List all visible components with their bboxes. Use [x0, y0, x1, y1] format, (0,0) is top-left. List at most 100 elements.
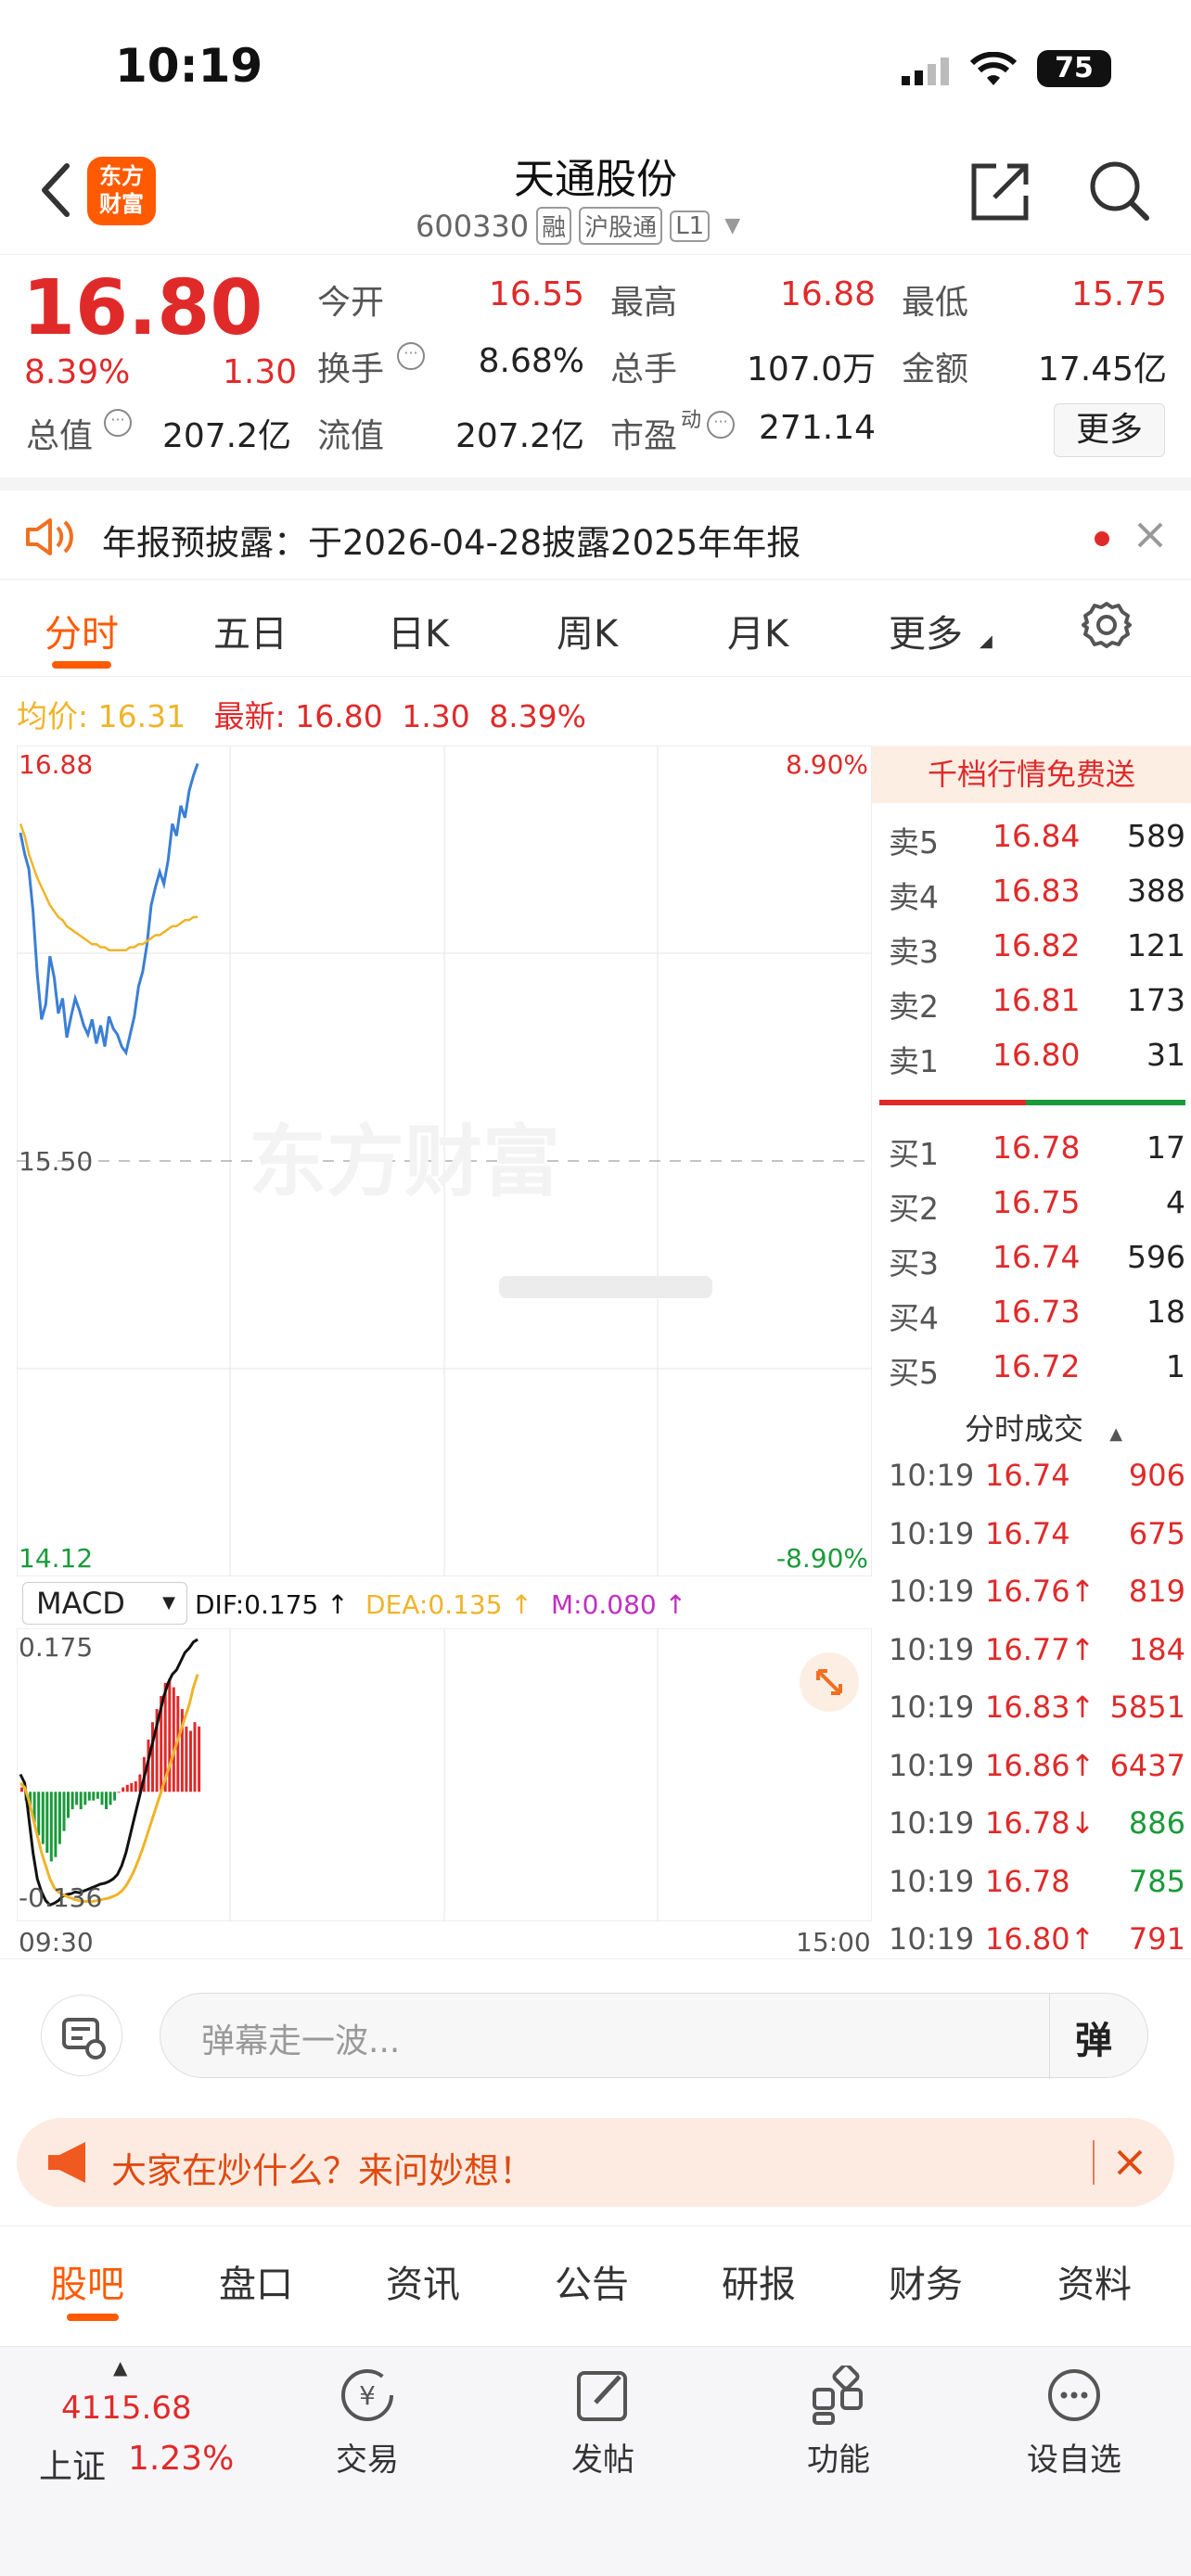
stat-value: 16.88	[779, 275, 876, 313]
index-value: 4115.68	[61, 2390, 192, 2427]
tab-news[interactable]: 资讯	[386, 2254, 460, 2308]
avg-label: 均价:	[17, 698, 89, 734]
macd-bar	[67, 1792, 70, 1818]
latest-pct: 8.39%	[489, 698, 587, 734]
chevron-down-icon[interactable]: ▼	[724, 214, 740, 237]
bid-ask-ratio-bar	[879, 1100, 1185, 1105]
trade-price: 16.78	[985, 1863, 1070, 1899]
trade-price: 16.78↓	[985, 1805, 1095, 1841]
macd-bar	[45, 1792, 49, 1853]
price-summary-line: 均价: 16.31 最新: 16.80 1.30 8.39%	[17, 692, 586, 736]
trade-button[interactable]: ¥ 交易	[293, 2366, 442, 2480]
notice-bar[interactable]: 年报预披露：于2026-04-28披露2025年年报	[0, 478, 1191, 580]
ask-banner[interactable]: 大家在炒什么？来问妙想！	[17, 2118, 1174, 2207]
macd-bar	[185, 1726, 188, 1792]
info-icon[interactable]: ···	[397, 342, 425, 370]
function-button[interactable]: 功能	[764, 2363, 913, 2480]
trade-price: 16.76↑	[985, 1574, 1095, 1609]
bid-volume: 1	[1166, 1348, 1185, 1384]
close-icon[interactable]	[1115, 2148, 1145, 2177]
tab-weekly-k[interactable]: 周K	[557, 604, 618, 657]
macd-bar	[151, 1722, 154, 1792]
macd-bar	[54, 1792, 58, 1857]
tab-research[interactable]: 研报	[722, 2254, 796, 2308]
tab-announcements[interactable]: 公告	[555, 2254, 629, 2308]
trade-price: 16.80↑	[985, 1921, 1095, 1957]
bid-row[interactable]: 买2 16.75 4	[889, 1184, 1185, 1238]
more-stats-button[interactable]: 更多	[1054, 403, 1165, 457]
info-icon[interactable]: ···	[707, 411, 735, 439]
ask-row[interactable]: 卖1 16.80 31	[889, 1037, 1185, 1090]
status-bar: 10:19 75	[0, 0, 1191, 134]
trade-time: 10:19	[889, 1574, 975, 1609]
ask-row[interactable]: 卖5 16.84 589	[889, 818, 1185, 872]
macd-selector[interactable]: MACD ▼	[22, 1582, 187, 1625]
bid-label: 买4	[889, 1300, 939, 1336]
close-icon[interactable]	[1135, 520, 1165, 550]
chevron-up-icon: ▲	[1109, 1424, 1123, 1444]
macd-bar	[20, 1787, 23, 1792]
bid-row[interactable]: 买5 16.72 1	[889, 1348, 1185, 1402]
tab-five-day[interactable]: 五日	[213, 604, 288, 657]
tab-intraday[interactable]: 分时	[45, 604, 119, 657]
tab-profile[interactable]: 资料	[1057, 2254, 1132, 2308]
stat-label: 最高	[610, 284, 678, 322]
gear-icon[interactable]	[1082, 600, 1132, 650]
macd-chart[interactable]: 0.175 -0.136	[16, 1627, 873, 1922]
orderbook-header[interactable]: 千档行情免费送	[872, 746, 1191, 803]
bid-row[interactable]: 买1 16.78 17	[889, 1129, 1185, 1183]
stat-value: 207.2亿	[455, 417, 584, 455]
add-watchlist-button[interactable]: 设自选	[1000, 2366, 1148, 2480]
ask-volume: 388	[1127, 873, 1185, 909]
tab-forum[interactable]: 股吧	[50, 2254, 124, 2308]
tab-finance[interactable]: 财务	[889, 2254, 963, 2308]
trade-volume: 6437	[1109, 1747, 1185, 1783]
stat-label: 总值	[26, 417, 94, 455]
ask-volume: 31	[1146, 1037, 1185, 1073]
tab-daily-k[interactable]: 日K	[388, 604, 449, 657]
bid-row[interactable]: 买3 16.74 596	[889, 1239, 1185, 1293]
ask-volume: 173	[1127, 982, 1185, 1018]
danmu-bar: 弹幕走一波... 弹	[0, 1958, 1191, 2098]
bid-label: 买2	[889, 1191, 939, 1227]
tab-market[interactable]: 盘口	[219, 2254, 293, 2308]
macd-bar	[87, 1792, 91, 1801]
megaphone-icon	[45, 2140, 93, 2185]
index-pct: 1.23%	[128, 2440, 235, 2478]
ask-row[interactable]: 卖4 16.83 388	[889, 873, 1185, 926]
trades-title[interactable]: 分时成交 ▲	[965, 1406, 1122, 1448]
bid-row[interactable]: 买4 16.73 18	[889, 1294, 1185, 1347]
macd-bar	[189, 1730, 192, 1792]
bid-volume: 17	[1146, 1129, 1185, 1166]
svg-text:¥: ¥	[359, 2380, 376, 2411]
tag-margin: 融	[536, 207, 572, 245]
info-icon[interactable]: ···	[104, 409, 132, 437]
ask-row[interactable]: 卖2 16.81 173	[889, 982, 1185, 1036]
ratio-red-segment	[879, 1100, 1027, 1105]
trade-volume: 184	[1128, 1631, 1185, 1667]
danmu-settings-icon[interactable]	[41, 1995, 122, 2076]
trade-price: 16.74	[985, 1515, 1070, 1551]
post-button[interactable]: 发帖	[529, 2366, 677, 2480]
ask-label: 卖4	[889, 879, 939, 915]
stat-label: 市盈	[610, 417, 678, 455]
trade-volume: 906	[1128, 1458, 1185, 1493]
index-ticker[interactable]: ▲ 4115.68 上证 1.23%	[33, 2356, 256, 2486]
search-icon[interactable]	[1087, 159, 1152, 223]
active-subtab-indicator	[67, 2314, 119, 2321]
danmu-send-button[interactable]: 弹	[1075, 2010, 1112, 2064]
stat-label: 最低	[902, 284, 969, 322]
danmu-input[interactable]: 弹幕走一波... 弹	[160, 1993, 1148, 2079]
stat-label: 金额	[902, 351, 969, 389]
tab-monthly-k[interactable]: 月K	[727, 604, 788, 657]
intraday-chart[interactable]: 东方财富 16.88 15.50 14.12 8.90% -8.90%	[16, 745, 873, 1577]
trade-price: 16.77↑	[985, 1631, 1095, 1667]
ask-row[interactable]: 卖3 16.82 121	[889, 927, 1185, 981]
pct-bottom-label: -8.90%	[776, 1543, 868, 1574]
tab-more[interactable]: 更多	[889, 604, 963, 657]
macd-bar	[172, 1687, 175, 1792]
change-pct: 8.39%	[24, 353, 131, 391]
share-icon[interactable]	[968, 159, 1033, 223]
stat-label: 今开	[317, 284, 385, 322]
macd-top-label: 0.175	[19, 1632, 93, 1663]
